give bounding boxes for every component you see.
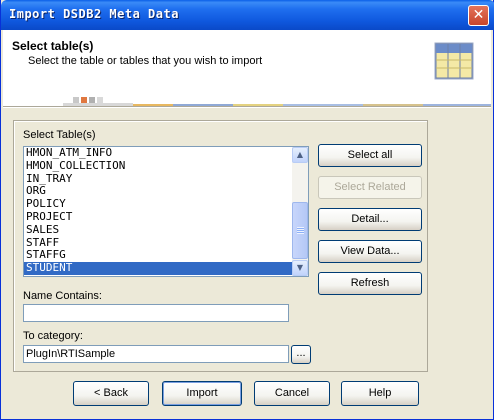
table-list-item[interactable]: HMON_COLLECTION [24,159,308,173]
tables-list: HMON_ATM_INFO HMON_COLLECTION IN_TRAY ORG PO… [24,147,308,275]
tables-listbox[interactable]: HMON_ATM_INFO HMON_COLLECTION IN_TRAY ORG PO… [23,146,309,277]
scrollbar-thumb[interactable] [292,202,308,259]
page-title: Select table(s) [12,39,94,53]
table-list-item[interactable]: IN_TRAY [24,172,308,186]
import-dialog: Import DSDB2 Meta Data ✕ Select table(s)… [0,0,494,420]
title-bar[interactable]: Import DSDB2 Meta Data ✕ [1,0,494,30]
detail-button[interactable]: Detail... [318,208,422,231]
cancel-button[interactable]: Cancel [254,381,330,406]
select-related-button[interactable]: Select Related [318,176,422,199]
table-list-item[interactable]: PROJECT [24,210,308,224]
tables-scrollbar[interactable]: ▲ ▼ [292,147,308,276]
help-button[interactable]: Help [341,381,419,406]
table-list-item[interactable]: ORG [24,185,308,198]
name-contains-input[interactable] [23,304,289,322]
table-list-item[interactable]: SALES [24,223,308,237]
table-list-item[interactable]: STUDENT [24,261,308,275]
import-button[interactable]: Import [162,381,242,406]
window-title: Import DSDB2 Meta Data [9,7,179,21]
select-all-button[interactable]: Select all [318,144,422,167]
grip-icon [297,227,304,234]
category-label: To category: [23,330,83,342]
close-icon[interactable]: ✕ [468,5,489,26]
view-data-button[interactable]: View Data... [318,240,422,263]
category-input[interactable]: PlugIn\RTISample [23,345,289,363]
wizard-header: Select table(s) Select the table or tabl… [3,30,491,105]
scroll-down-icon[interactable]: ▼ [292,260,308,276]
header-divider [3,106,491,108]
table-grid-icon [434,42,474,80]
browse-category-button[interactable]: ... [291,345,311,364]
table-list-item[interactable]: HMON_ATM_INFO [24,147,308,160]
name-contains-label: Name Contains: [23,290,102,302]
back-button[interactable]: < Back [73,381,149,406]
refresh-button[interactable]: Refresh [318,272,422,295]
scroll-up-icon[interactable]: ▲ [292,147,308,163]
table-list-item[interactable]: STAFF [24,236,308,250]
tables-label: Select Table(s) [23,129,96,141]
page-subtitle: Select the table or tables that you wish… [28,55,263,67]
